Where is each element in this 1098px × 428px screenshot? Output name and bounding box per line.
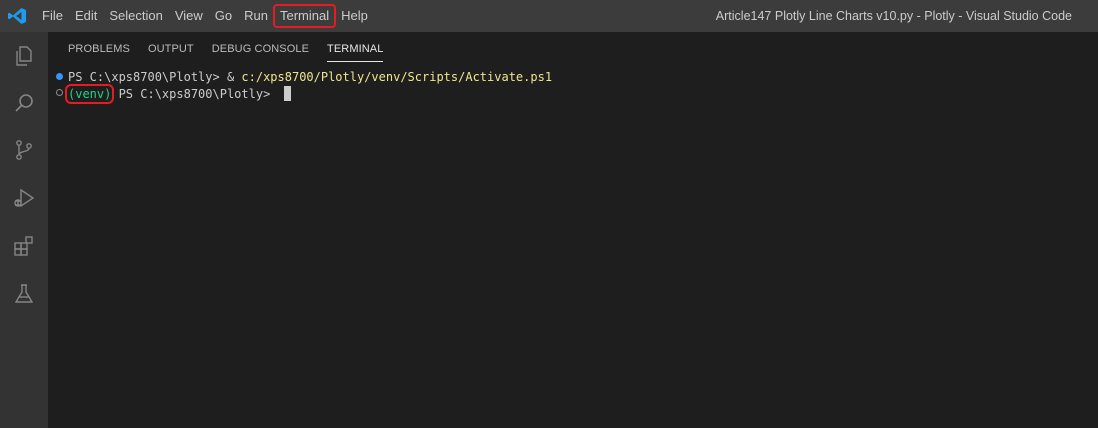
tab-label: PROBLEMS [68, 43, 130, 55]
menu-edit[interactable]: Edit [69, 5, 103, 27]
terminal-command: c:/xps8700/Plotly/venv/Scripts/Activate.… [241, 70, 553, 84]
tab-label: TERMINAL [327, 43, 384, 62]
tab-problems[interactable]: PROBLEMS [60, 32, 138, 66]
menu-terminal[interactable]: Terminal [272, 4, 337, 28]
menu-run[interactable]: Run [238, 5, 274, 27]
run-debug-icon[interactable] [12, 186, 36, 210]
menu-bar: File Edit Selection View Go Run Terminal… [36, 0, 374, 32]
menu-file[interactable]: File [36, 5, 69, 27]
explorer-icon[interactable] [12, 44, 36, 68]
vscode-logo-icon[interactable] [7, 7, 27, 25]
source-control-icon[interactable] [12, 138, 36, 162]
terminal-line-2: (venv) PS C:\xps8700\Plotly> [64, 84, 291, 104]
command-pending-dot[interactable] [56, 89, 63, 96]
terminal-cursor [283, 86, 291, 101]
tab-label: OUTPUT [147, 43, 194, 55]
menu-go[interactable]: Go [209, 5, 238, 27]
tab-debug-console[interactable]: DEBUG CONSOLE [204, 32, 317, 66]
terminal-panel: PROBLEMS OUTPUT DEBUG CONSOLE TERMINAL P… [48, 32, 1098, 428]
search-icon[interactable] [12, 91, 36, 115]
window-title: Article147 Plotly Line Charts v10.py - P… [715, 9, 1072, 23]
tab-label: DEBUG CONSOLE [211, 43, 310, 55]
title-bar: File Edit Selection View Go Run Terminal… [0, 0, 1098, 32]
menu-view[interactable]: View [169, 5, 209, 27]
panel-tabs: PROBLEMS OUTPUT DEBUG CONSOLE TERMINAL [60, 32, 393, 66]
extensions-icon[interactable] [12, 234, 36, 258]
tab-terminal[interactable]: TERMINAL [319, 32, 391, 66]
tab-output[interactable]: OUTPUT [140, 32, 202, 66]
menu-selection[interactable]: Selection [103, 5, 168, 27]
terminal-prompt: PS C:\xps8700\Plotly> [111, 87, 278, 101]
activity-bar [0, 32, 48, 428]
venv-indicator: (venv) [64, 84, 115, 104]
testing-icon[interactable] [12, 282, 36, 306]
terminal-line-1: PS C:\xps8700\Plotly> & c:/xps8700/Plotl… [68, 68, 552, 86]
menu-help[interactable]: Help [335, 5, 374, 27]
terminal-output[interactable]: PS C:\xps8700\Plotly> & c:/xps8700/Plotl… [48, 68, 1098, 428]
terminal-prompt: PS C:\xps8700\Plotly> & [68, 70, 242, 84]
command-success-dot[interactable] [56, 73, 63, 80]
